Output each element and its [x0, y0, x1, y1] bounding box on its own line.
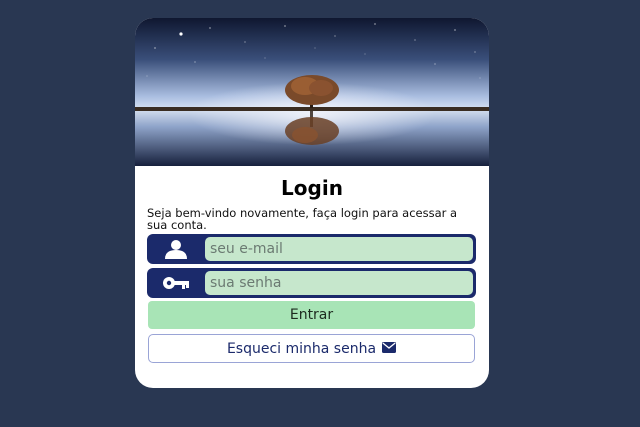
password-input[interactable] — [205, 271, 473, 295]
login-card: Login Seja bem-vindo novamente, faça log… — [135, 18, 489, 388]
email-input[interactable] — [205, 237, 473, 261]
forgot-password-label: Esqueci minha senha — [226, 340, 377, 357]
user-icon — [147, 234, 205, 264]
envelope-icon — [382, 341, 397, 357]
password-field[interactable] — [147, 268, 476, 298]
page-title: Login — [281, 176, 343, 200]
forgot-password-button[interactable]: Esqueci minha senha — [148, 334, 475, 363]
key-icon — [147, 268, 205, 298]
hero-tree-image — [135, 18, 489, 166]
welcome-text: Seja bem-vindo novamente, faça login par… — [147, 206, 458, 232]
email-field[interactable] — [147, 234, 476, 264]
submit-button[interactable]: Entrar — [148, 301, 475, 329]
